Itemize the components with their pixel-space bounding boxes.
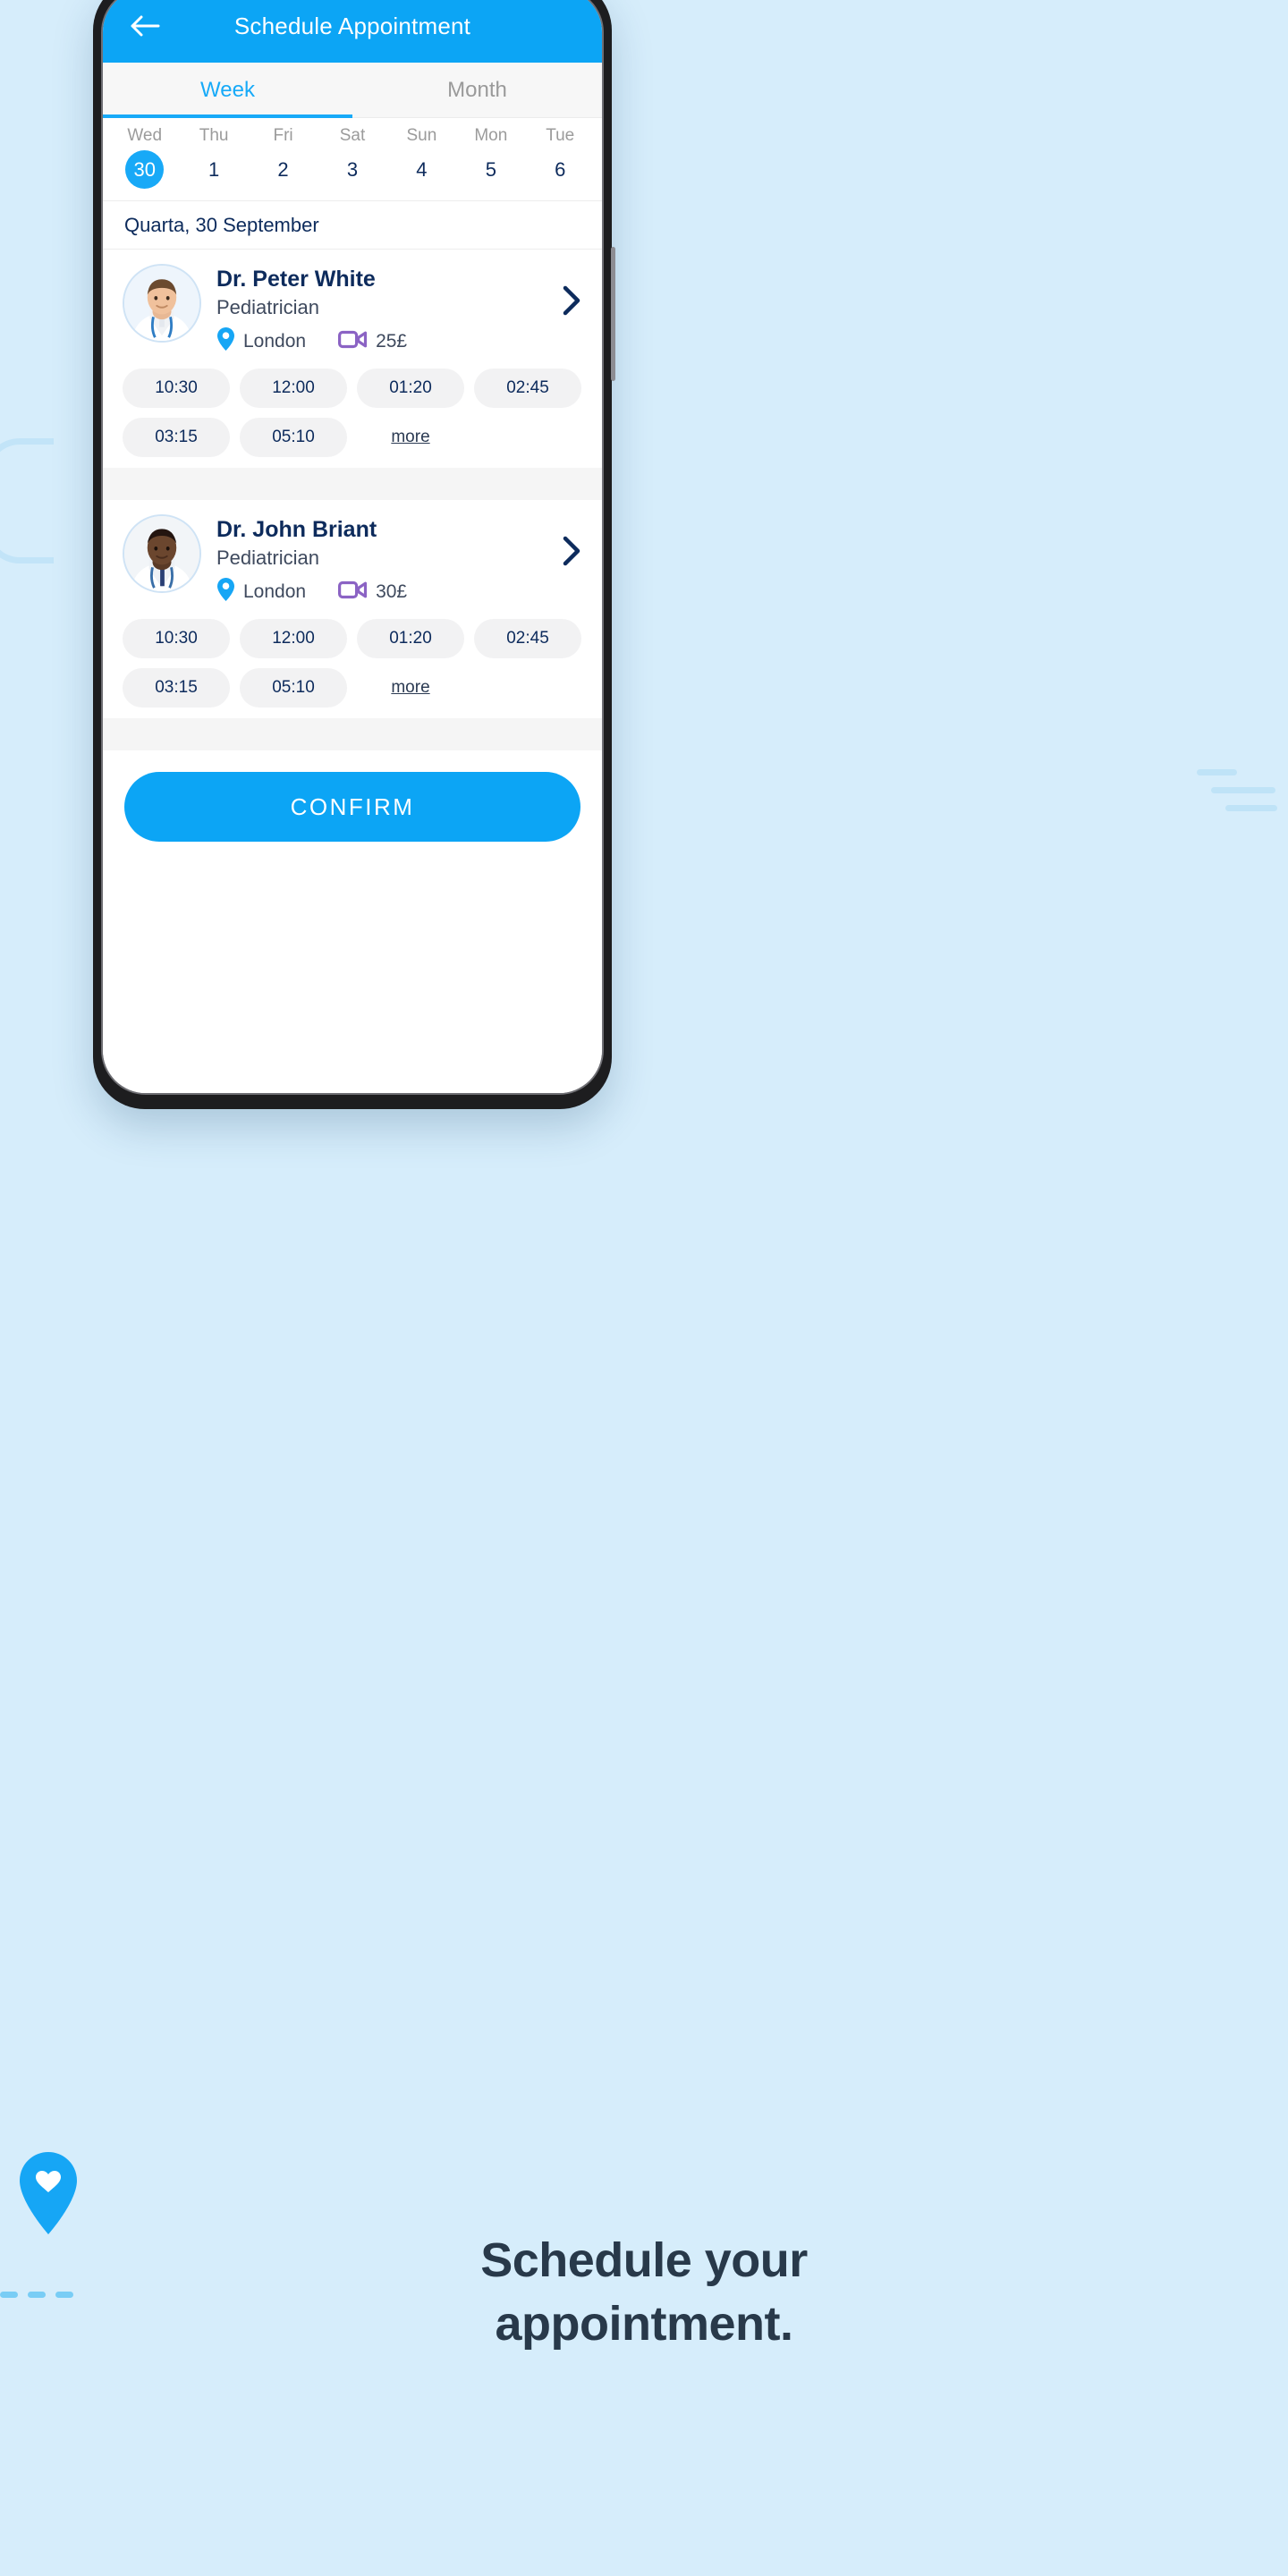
day-column-fri[interactable]: Fri 2 — [249, 126, 318, 195]
day-column-tue[interactable]: Tue 6 — [526, 126, 595, 195]
phone-side-button — [611, 247, 615, 381]
chevron-right-icon[interactable] — [563, 514, 582, 566]
day-name: Sat — [339, 126, 366, 145]
day-number: 6 — [555, 157, 566, 181]
day-name: Fri — [273, 126, 293, 145]
chevron-right-icon[interactable] — [563, 264, 582, 316]
caption-line-2: appointment. — [495, 2297, 793, 2351]
doctor-list: Dr. Peter White Pediatrician London 25£ … — [103, 250, 602, 1093]
day-name: Wed — [127, 126, 163, 145]
time-slot[interactable]: 03:15 — [123, 668, 230, 708]
day-column-wed[interactable]: Wed 30 — [110, 126, 179, 195]
week-day-strip: Wed 30 Thu 1 Fri 2 Sat 3 Sun 4 Mon 5 Tue… — [103, 118, 602, 201]
more-slots-link[interactable]: more — [357, 668, 464, 708]
day-number: 30 — [125, 150, 165, 189]
arrow-left-icon[interactable] — [126, 7, 164, 45]
day-column-thu[interactable]: Thu 1 — [179, 126, 248, 195]
day-number: 2 — [277, 157, 289, 181]
day-number: 3 — [346, 157, 359, 181]
time-slot[interactable]: 03:15 — [123, 418, 230, 458]
doctor-name: Dr. John Briant — [216, 517, 377, 543]
doctor-header: Dr. John Briant Pediatrician London 30£ — [123, 514, 582, 606]
selected-date-label: Quarta, 30 September — [103, 201, 602, 250]
time-slot[interactable]: 10:30 — [123, 619, 230, 659]
doctor-location: London — [243, 580, 307, 602]
doctor-specialty: Pediatrician — [216, 296, 319, 319]
card-separator — [103, 718, 602, 751]
doctor-card[interactable]: Dr. Peter White Pediatrician London 25£ … — [103, 250, 602, 469]
more-slots-link[interactable]: more — [357, 418, 464, 457]
day-number: 1 — [208, 157, 220, 181]
doctor-location: London — [243, 330, 307, 352]
time-slot[interactable]: 02:45 — [474, 369, 581, 409]
doctor-avatar-white-male — [123, 264, 201, 343]
time-slot[interactable]: 05:10 — [240, 418, 347, 458]
time-slot[interactable]: 02:45 — [474, 619, 581, 659]
slot-placeholder — [474, 418, 581, 457]
day-name: Thu — [199, 126, 229, 145]
day-column-sat[interactable]: Sat 3 — [318, 126, 386, 195]
doctor-price: 30£ — [376, 580, 408, 602]
doctor-info: Dr. Peter White Pediatrician London 25£ — [216, 264, 547, 356]
video-camera-icon — [338, 329, 368, 354]
time-slot-grid: 10:30 12:00 01:20 02:45 03:15 05:10 more — [123, 369, 582, 458]
day-column-mon[interactable]: Mon 5 — [456, 126, 525, 195]
doctor-name: Dr. Peter White — [216, 267, 376, 292]
time-slot[interactable]: 12:00 — [240, 369, 347, 409]
decorative-left-shape — [0, 438, 54, 564]
app-header: Schedule Appointment — [103, 0, 602, 63]
day-name: Sun — [406, 126, 437, 145]
doctor-price: 25£ — [376, 330, 408, 352]
phone-bezel: Schedule Appointment Week Month Wed 30 T… — [101, 0, 604, 1095]
view-mode-tabs: Week Month — [103, 63, 602, 118]
time-slot[interactable]: 01:20 — [357, 619, 464, 659]
page-title: Schedule Appointment — [233, 12, 471, 39]
doctor-avatar-black-male — [123, 514, 201, 594]
doctor-header: Dr. Peter White Pediatrician London 25£ — [123, 264, 582, 356]
slot-placeholder — [474, 668, 581, 708]
doctor-meta-row: London 30£ — [216, 577, 547, 606]
phone-screen: Schedule Appointment Week Month Wed 30 T… — [103, 0, 602, 1093]
phone-frame: Schedule Appointment Week Month Wed 30 T… — [93, 0, 615, 1109]
heart-map-pin-icon — [16, 2150, 80, 2241]
decorative-right-lines — [1181, 769, 1288, 832]
confirm-area: CONFIRM — [103, 750, 602, 843]
time-slot[interactable]: 12:00 — [240, 619, 347, 659]
doctor-specialty: Pediatrician — [216, 547, 319, 570]
time-slot[interactable]: 01:20 — [357, 369, 464, 409]
time-slot[interactable]: 10:30 — [123, 369, 230, 409]
time-slot-grid: 10:30 12:00 01:20 02:45 03:15 05:10 more — [123, 619, 582, 708]
day-name: Mon — [474, 126, 508, 145]
doctor-card[interactable]: Dr. John Briant Pediatrician London 30£ … — [103, 500, 602, 719]
caption-block: Schedule your appointment. — [0, 2229, 1288, 2357]
day-number: 4 — [416, 157, 428, 181]
doctor-meta-row: London 25£ — [216, 326, 547, 356]
day-number: 5 — [485, 157, 496, 181]
tab-week[interactable]: Week — [103, 63, 352, 118]
time-slot[interactable]: 05:10 — [240, 668, 347, 708]
map-pin-icon — [216, 577, 235, 606]
doctor-info: Dr. John Briant Pediatrician London 30£ — [216, 514, 547, 606]
day-column-sun[interactable]: Sun 4 — [387, 126, 456, 195]
tab-month[interactable]: Month — [352, 63, 602, 117]
caption-line-1: Schedule your — [480, 2233, 808, 2287]
video-camera-icon — [338, 580, 368, 605]
confirm-button[interactable]: CONFIRM — [124, 772, 580, 843]
map-pin-icon — [216, 326, 235, 356]
day-name: Tue — [546, 126, 575, 145]
card-separator — [103, 468, 602, 501]
